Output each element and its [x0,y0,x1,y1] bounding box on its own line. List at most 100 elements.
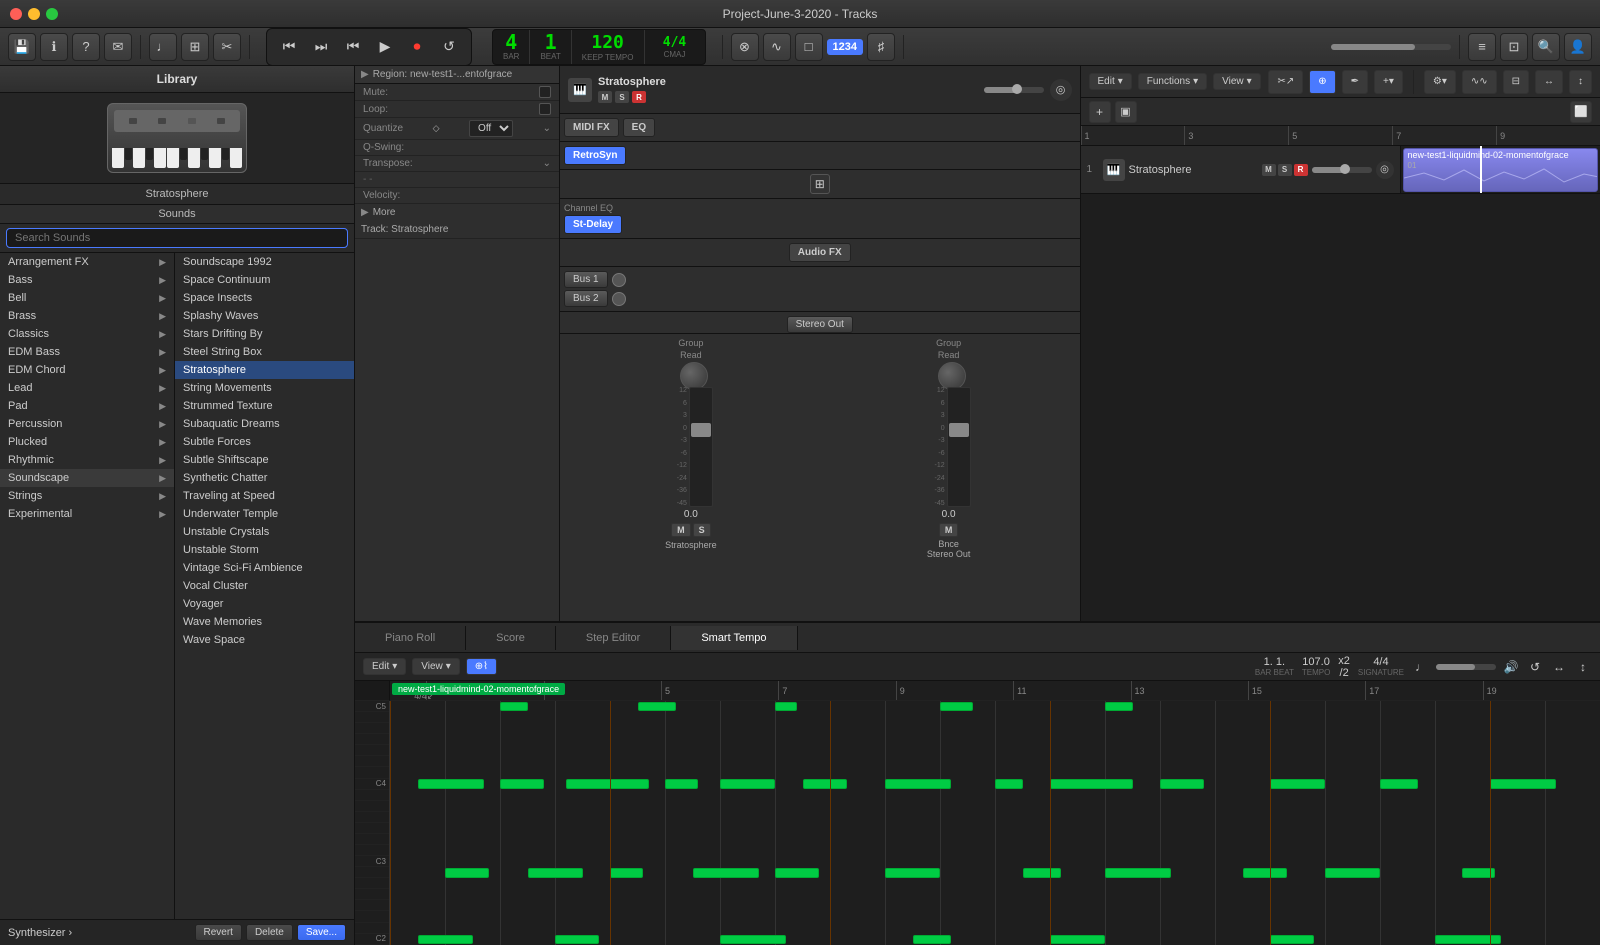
midi-note[interactable] [803,779,847,788]
trim-mode[interactable]: ✂↗ [1268,70,1303,94]
tab-piano-roll[interactable]: Piano Roll [355,626,466,650]
category-item[interactable]: EDM Bass▶ [0,343,174,361]
search-input[interactable] [6,228,348,248]
midi-note[interactable] [1490,779,1556,788]
midi-note[interactable] [610,868,643,877]
midi-note[interactable] [1050,935,1105,944]
fader2-handle[interactable] [949,423,969,437]
category-item[interactable]: Classics▶ [0,325,174,343]
midi-note[interactable] [775,702,797,711]
search-button[interactable]: 🔍 [1532,33,1560,61]
category-item[interactable]: Rhythmic▶ [0,451,174,469]
category-item[interactable]: EDM Chord▶ [0,361,174,379]
account-button[interactable]: 👤 [1564,33,1592,61]
tab-step-editor[interactable]: Step Editor [556,626,671,650]
midi-note[interactable] [1160,779,1204,788]
midi-note[interactable] [720,935,786,944]
sound-item[interactable]: Voyager [175,595,354,613]
zoom-h-btn[interactable]: ↔ [1535,70,1563,94]
functions-menu[interactable]: Functions ▾ [1138,73,1207,90]
solo-btn1[interactable]: S [693,523,711,537]
loop-checkbox[interactable] [539,103,551,115]
metronome-button[interactable]: ♩ [149,33,177,61]
retrosyn-button[interactable]: RetroSyn [564,146,626,165]
window-controls[interactable] [10,8,58,20]
midi-note[interactable] [775,868,819,877]
solo-btn[interactable]: S [615,91,629,103]
transpose-arrow[interactable]: ⌄ [543,158,551,169]
piano-key[interactable] [355,911,389,922]
midi-note[interactable] [940,702,973,711]
midi-note[interactable] [1380,779,1418,788]
track-mute-btn[interactable]: M [1262,164,1276,176]
tab-smart-tempo[interactable]: Smart Tempo [671,626,797,650]
category-item[interactable]: Strings▶ [0,487,174,505]
midi-note[interactable] [1270,935,1314,944]
audio-fx-button[interactable]: Audio FX [789,243,851,262]
piano-key[interactable] [355,767,389,778]
mute-btn[interactable]: M [598,91,612,103]
piano-key[interactable]: C3 [355,856,389,867]
quantize-arrow[interactable]: ⌄ [543,123,551,134]
piano-key[interactable] [355,923,389,934]
tuner-button[interactable]: ♯ [867,33,895,61]
pr-zoom-h-btn[interactable]: ↔ [1550,658,1568,676]
category-item[interactable]: Soundscape▶ [0,469,174,487]
scissors-button[interactable]: ✂ [213,33,241,61]
piano-key[interactable] [355,723,389,734]
sound-item[interactable]: Wave Memories [175,613,354,631]
category-item[interactable]: Bass▶ [0,271,174,289]
sound-item[interactable]: Steel String Box [175,343,354,361]
knob1[interactable] [680,362,702,384]
pr-cursor-mode[interactable]: ⊕⌇ [466,658,497,675]
piano-key[interactable] [355,745,389,756]
midi-note[interactable] [638,702,676,711]
track-volume[interactable] [1312,167,1372,173]
midi-note[interactable] [1050,779,1133,788]
settings-btn[interactable]: ⚙▾ [1424,70,1456,94]
more-button[interactable]: ▶ More [355,204,559,221]
midi-note[interactable] [528,868,583,877]
pencil-mode[interactable]: ✒ [1342,70,1368,94]
bus1-knob[interactable] [612,273,626,287]
sound-item[interactable]: Stratosphere [175,361,354,379]
list-view-button[interactable]: ≡ [1468,33,1496,61]
track-region[interactable]: new-test1-liquidmind-02-momentofgrace 01 [1403,148,1599,192]
category-item[interactable]: Experimental▶ [0,505,174,523]
bus2-knob[interactable] [612,292,626,306]
category-item[interactable]: Brass▶ [0,307,174,325]
sound-item[interactable]: Subtle Forces [175,433,354,451]
tab-score[interactable]: Score [466,626,556,650]
delete-button[interactable]: Delete [246,924,293,941]
zoom-v-btn[interactable]: ↕ [1569,70,1592,94]
revert-button[interactable]: Revert [195,924,242,941]
pr-metronome-btn[interactable]: ♩ [1412,658,1430,676]
mute-btn2[interactable]: M [939,523,959,537]
piano-key[interactable] [355,756,389,767]
wave-button[interactable]: ∿ [763,33,791,61]
sound-item[interactable]: Synthetic Chatter [175,469,354,487]
sound-item[interactable]: Space Insects [175,289,354,307]
maximize-button[interactable] [46,8,58,20]
play-button[interactable]: ▶ [371,33,399,61]
sound-item[interactable]: Space Continuum [175,271,354,289]
pr-zoom-v-btn[interactable]: ↕ [1574,658,1592,676]
pointer-mode[interactable]: ⊕ [1309,70,1335,94]
bus2-button[interactable]: Bus 2 [564,290,608,307]
sound-item[interactable]: Splashy Waves [175,307,354,325]
midi-note[interactable] [555,935,599,944]
midi-note[interactable] [720,779,775,788]
midi-note[interactable] [885,868,940,877]
knob2[interactable] [938,362,960,384]
piano-key[interactable]: C2 [355,934,389,945]
piano-key[interactable] [355,790,389,801]
bus1-button[interactable]: Bus 1 [564,271,608,288]
midi-note[interactable] [665,779,698,788]
rubber-mode[interactable]: +▾ [1374,70,1403,94]
fader2[interactable] [947,387,971,507]
fastforward-button[interactable]: ⏭ [307,33,335,61]
sound-item[interactable]: Subaquatic Dreams [175,415,354,433]
piano-key[interactable] [355,889,389,900]
minimize-button[interactable] [28,8,40,20]
category-item[interactable]: Lead▶ [0,379,174,397]
